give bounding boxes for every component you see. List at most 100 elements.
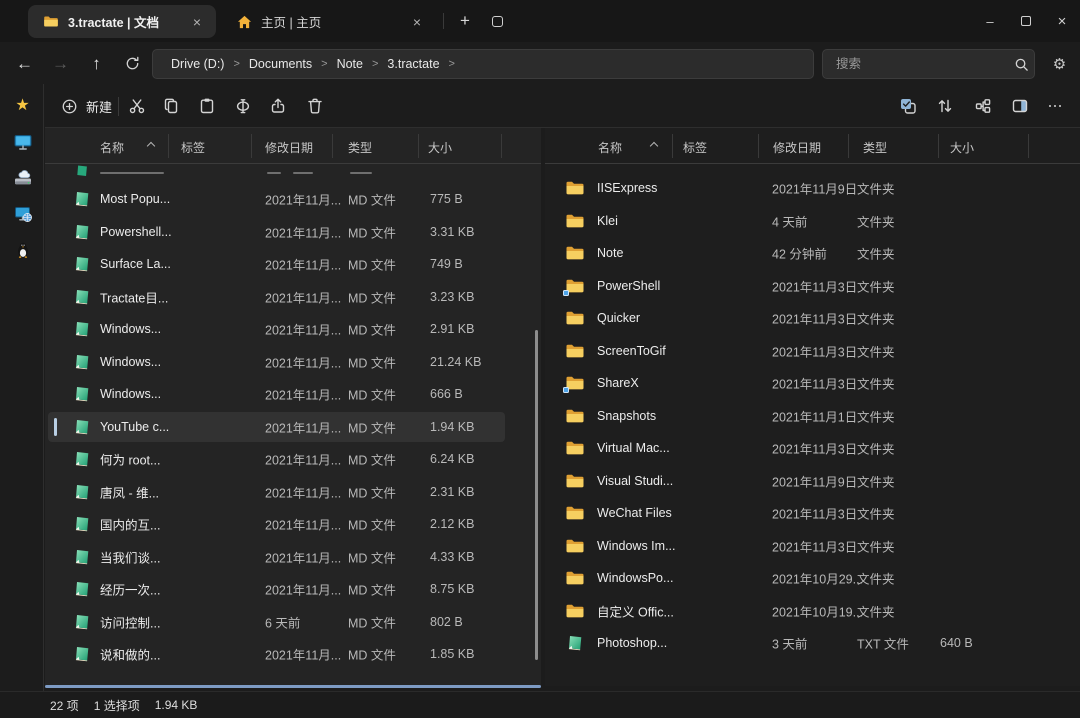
- forward-button[interactable]: →: [46, 49, 75, 78]
- file-row[interactable]: ScreenToGif 2021年11月3日 文件夹: [545, 335, 1080, 368]
- maximize-button[interactable]: [1008, 0, 1044, 42]
- md-file-icon: [72, 613, 92, 631]
- right-pane: 名称 标签 修改日期 类型 大小 IISExpress 2021年11月9日 文…: [545, 128, 1080, 686]
- file-row[interactable]: 国内的互... 2021年11月... MD 文件 2.12 KB: [45, 508, 541, 541]
- folder-icon: [565, 472, 585, 490]
- file-name: ShareX: [597, 376, 639, 390]
- file-size: 2.91 KB: [430, 322, 474, 336]
- up-button[interactable]: ↑: [82, 49, 111, 78]
- tab-overview-icon[interactable]: [486, 10, 508, 32]
- tab-home[interactable]: 主页 | 主页 ×: [222, 5, 436, 38]
- file-row[interactable]: Klei 4 天前 文件夹: [545, 205, 1080, 238]
- close-window-button[interactable]: ×: [1044, 0, 1080, 42]
- breadcrumb-chevron-icon[interactable]: >: [444, 58, 460, 70]
- file-modified: 4 天前: [772, 211, 807, 230]
- minimize-button[interactable]: –: [972, 0, 1008, 42]
- this-pc-button[interactable]: [8, 127, 37, 156]
- file-row[interactable]: Visual Studi... 2021年11月9日 文件夹: [545, 465, 1080, 498]
- tab-title: 主页 | 主页: [261, 12, 399, 31]
- breadcrumb-chevron-icon[interactable]: >: [316, 58, 332, 70]
- share-button[interactable]: [263, 91, 293, 121]
- md-file-icon: [72, 288, 92, 306]
- file-modified: 2021年10月29...: [772, 569, 863, 588]
- file-row[interactable]: Surface La... 2021年11月... MD 文件 749 B: [45, 248, 541, 281]
- file-row[interactable]: IISExpress 2021年11月9日 文件夹: [545, 172, 1080, 205]
- refresh-button[interactable]: [118, 49, 147, 78]
- file-row[interactable]: PowerShell 2021年11月3日 文件夹: [545, 270, 1080, 303]
- file-row[interactable]: 何为 root... 2021年11月... MD 文件 6.24 KB: [45, 443, 541, 476]
- tab-close-icon[interactable]: ×: [408, 13, 426, 31]
- new-tab-button[interactable]: +: [452, 8, 478, 34]
- file-row[interactable]: WeChat Files 2021年11月3日 文件夹: [545, 497, 1080, 530]
- file-row[interactable]: Windows... 2021年11月... MD 文件 666 B: [45, 378, 541, 411]
- file-type: 文件夹: [857, 504, 895, 523]
- layout-view-button[interactable]: [968, 91, 998, 121]
- file-row[interactable]: 访问控制... 6 天前 MD 文件 802 B: [45, 606, 541, 639]
- file-row[interactable]: Note 42 分钟前 文件夹: [545, 237, 1080, 270]
- breadcrumb-chevron-icon[interactable]: >: [228, 58, 244, 70]
- paste-button[interactable]: [192, 91, 222, 121]
- file-row[interactable]: Tractate目... 2021年11月... MD 文件 3.23 KB: [45, 281, 541, 314]
- search-input[interactable]: [823, 57, 1008, 71]
- file-row[interactable]: 经历一次... 2021年11月... MD 文件 8.75 KB: [45, 573, 541, 606]
- delete-button[interactable]: [300, 91, 330, 121]
- file-row[interactable]: WindowsPo... 2021年10月29... 文件夹: [545, 562, 1080, 595]
- file-row[interactable]: Windows... 2021年11月... MD 文件 21.24 KB: [45, 346, 541, 379]
- file-row[interactable]: YouTube c... 2021年11月... MD 文件 1.94 KB: [45, 411, 541, 444]
- horizontal-scrollbar[interactable]: [45, 685, 541, 688]
- file-row[interactable]: Most Popu... 2021年11月... MD 文件 775 B: [45, 183, 541, 216]
- file-row[interactable]: Snapshots 2021年11月1日 文件夹: [545, 400, 1080, 433]
- file-name: 国内的互...: [100, 515, 160, 534]
- breadcrumb-item[interactable]: 3.tractate: [383, 55, 443, 73]
- file-row[interactable]: Windows Im... 2021年11月3日 文件夹: [545, 530, 1080, 563]
- folder-icon: [565, 244, 585, 262]
- breadcrumb-item[interactable]: Note: [333, 55, 367, 73]
- multi-select-button[interactable]: [893, 91, 923, 121]
- file-type: MD 文件: [348, 645, 396, 664]
- tab-close-icon[interactable]: ×: [188, 13, 206, 31]
- file-row[interactable]: Virtual Mac... 2021年11月3日 文件夹: [545, 432, 1080, 465]
- breadcrumb-item[interactable]: Drive (D:): [167, 55, 228, 73]
- settings-gear-icon[interactable]: ⚙: [1045, 49, 1074, 78]
- file-type: 文件夹: [857, 439, 895, 458]
- file-row[interactable]: Quicker 2021年11月3日 文件夹: [545, 302, 1080, 335]
- md-file-icon: [72, 418, 92, 436]
- file-name: 当我们谈...: [100, 547, 160, 566]
- breadcrumb-chevron-icon[interactable]: >: [367, 58, 383, 70]
- file-size: 666 B: [430, 387, 463, 401]
- drives-button[interactable]: [8, 163, 37, 192]
- file-name: PowerShell: [597, 279, 660, 293]
- vertical-scrollbar[interactable]: [535, 330, 538, 660]
- cut-button[interactable]: [122, 91, 152, 121]
- file-name: 唐凤 - 维...: [100, 482, 159, 501]
- details-pane-button[interactable]: [1005, 91, 1035, 121]
- tab-tractate[interactable]: 3.tractate | 文档 ×: [28, 5, 216, 38]
- file-row[interactable]: ShareX 2021年11月3日 文件夹: [545, 367, 1080, 400]
- file-name: Visual Studi...: [597, 474, 673, 488]
- file-modified: 2021年11月3日: [772, 341, 857, 360]
- sync-badge: [563, 387, 569, 393]
- file-row[interactable]: 当我们谈... 2021年11月... MD 文件 4.33 KB: [45, 541, 541, 574]
- file-row[interactable]: Powershell... 2021年11月... MD 文件 3.31 KB: [45, 216, 541, 249]
- rename-button[interactable]: [228, 91, 258, 121]
- file-row[interactable]: 唐凤 - 维... 2021年11月... MD 文件 2.31 KB: [45, 476, 541, 509]
- back-button[interactable]: ←: [10, 49, 39, 78]
- file-type: 文件夹: [857, 276, 895, 295]
- new-item-button[interactable]: 新建: [53, 91, 120, 121]
- network-button[interactable]: [8, 199, 37, 228]
- file-row[interactable]: 说和做的... 2021年11月... MD 文件 1.85 KB: [45, 638, 541, 671]
- multi-select-icon: [898, 96, 918, 116]
- copy-button[interactable]: [157, 91, 187, 121]
- file-modified: 2021年10月19...: [772, 601, 863, 620]
- linux-button[interactable]: [8, 235, 37, 264]
- breadcrumb[interactable]: Drive (D:)>Documents>Note>3.tractate>: [152, 49, 814, 79]
- file-row[interactable]: Photoshop... 3 天前 TXT 文件 640 B: [545, 627, 1080, 660]
- file-row[interactable]: 自定义 Offic... 2021年10月19... 文件夹: [545, 595, 1080, 628]
- favorites-button[interactable]: ★: [8, 91, 37, 120]
- sort-button[interactable]: [930, 91, 960, 121]
- file-row[interactable]: Windows... 2021年11月... MD 文件 2.91 KB: [45, 313, 541, 346]
- file-modified: 2021年11月3日: [772, 536, 857, 555]
- breadcrumb-item[interactable]: Documents: [245, 55, 316, 73]
- more-options-button[interactable]: [1040, 91, 1070, 121]
- file-name: Powershell...: [100, 225, 172, 239]
